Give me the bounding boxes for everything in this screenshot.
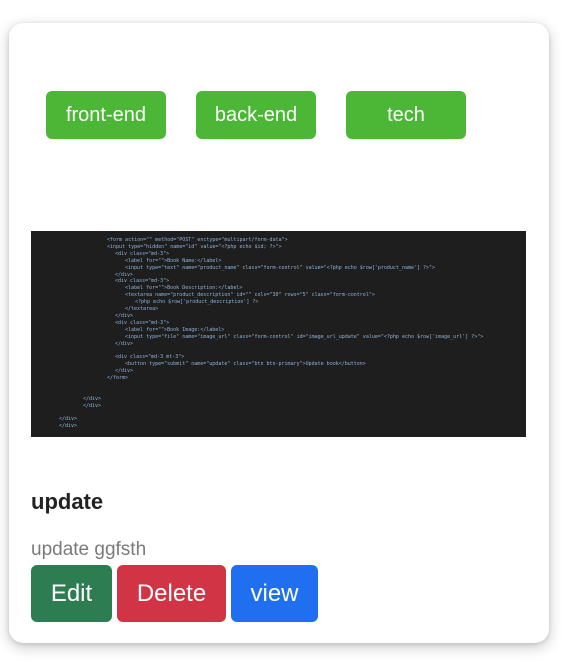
post-card: front-end back-end tech <form action="" … — [9, 23, 549, 643]
code-line: <?php echo $row['product_description'] ?… — [135, 299, 259, 306]
code-line: <div class="md-3"> — [115, 250, 170, 257]
code-line: <label for="">Book Image:</label> — [125, 326, 225, 333]
card-actions: Edit Delete view — [31, 565, 318, 622]
code-line: <div class="md-3"> — [115, 319, 170, 326]
tag-back-end[interactable]: back-end — [196, 91, 316, 139]
code-line: </div> — [59, 423, 78, 430]
code-line: <div class="md-3"> — [115, 278, 170, 285]
code-line: <input type="hidden" name="id" value="<?… — [107, 243, 282, 250]
card-title: update — [31, 489, 104, 514]
code-line: </div> — [83, 395, 102, 402]
code-line: <label for="">Book Description:</label> — [125, 285, 243, 292]
edit-button[interactable]: Edit — [31, 565, 112, 622]
tag-tech[interactable]: tech — [346, 91, 466, 139]
code-line: <input type="text" name="product_name" c… — [125, 264, 436, 271]
code-line: <form action="" method="POST" enctype="m… — [107, 237, 288, 243]
delete-button[interactable]: Delete — [117, 565, 226, 622]
code-line: </div> — [115, 340, 134, 347]
code-line: </div> — [59, 416, 78, 423]
code-line: </form> — [107, 375, 129, 381]
card-description: update ggfsth — [31, 539, 147, 560]
code-line: <input type="file" name="image_url" clas… — [125, 333, 484, 340]
view-button[interactable]: view — [231, 565, 318, 622]
code-line: <textarea name="product_description" id=… — [125, 292, 375, 299]
code-line: </div> — [115, 271, 134, 278]
code-line: <button type="submit" name="update" clas… — [125, 361, 366, 368]
code-line: </div> — [83, 402, 102, 409]
code-line: </div> — [115, 368, 134, 375]
code-screenshot-image: <form action="" method="POST" enctype="m… — [31, 231, 526, 437]
code-line: </div> — [115, 312, 134, 319]
tag-list: front-end back-end tech — [46, 91, 466, 139]
code-line: <label for="">Book Name:</label> — [125, 257, 222, 264]
tag-front-end[interactable]: front-end — [46, 91, 166, 139]
code-line: </textarea> — [125, 306, 159, 312]
code-line: <div class="md-3 mt-3"> — [115, 354, 185, 361]
